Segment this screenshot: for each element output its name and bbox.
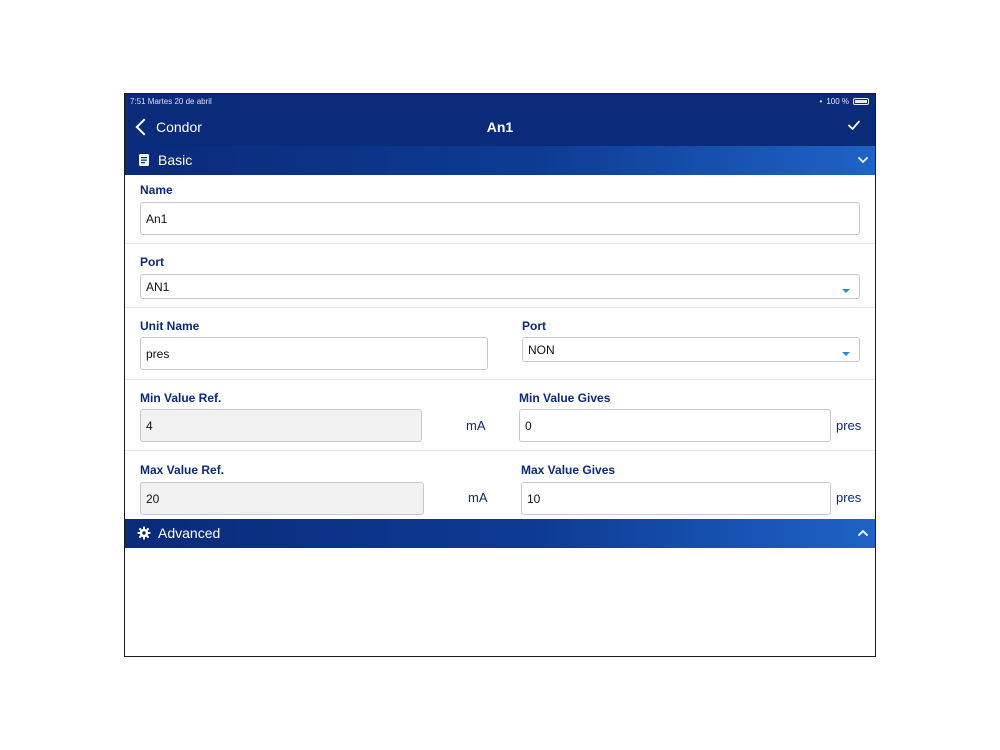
port-label: Port [140, 255, 164, 269]
unit-port-label: Port [522, 319, 546, 333]
max-value-ref-input[interactable]: 20 [140, 482, 424, 515]
gear-icon [137, 526, 151, 540]
dropdown-arrow-icon [842, 352, 850, 356]
max-value-ref-label: Max Value Ref. [140, 463, 225, 477]
device-frame: 7:51 Martes 20 de abril • 100 % Condor A… [124, 93, 876, 657]
section-title-advanced: Advanced [158, 525, 221, 541]
port-value: AN1 [146, 279, 170, 294]
navigation-bar: Condor An1 [125, 109, 875, 146]
divider [125, 379, 875, 380]
min-value-ref-unit: mA [466, 418, 486, 433]
status-right: • 100 % [819, 94, 869, 109]
min-value-gives-unit: pres [836, 418, 862, 433]
min-value-ref-value: 4 [146, 418, 153, 433]
unit-port-value: NON [528, 342, 555, 357]
max-value-gives-value: 10 [527, 491, 541, 506]
divider [125, 243, 875, 244]
page-title: An1 [486, 119, 514, 135]
document-icon [139, 154, 149, 166]
min-value-gives-value: 0 [525, 418, 532, 433]
divider [125, 307, 875, 308]
name-label: Name [140, 183, 173, 197]
battery-icon [853, 98, 869, 105]
battery-percent: 100 % [826, 97, 849, 106]
divider [125, 450, 875, 451]
max-value-ref-value: 20 [146, 491, 160, 506]
min-value-gives-label: Min Value Gives [519, 391, 611, 405]
wifi-icon: • [819, 97, 823, 106]
status-time: 7:51 Martes 20 de abril [130, 97, 212, 106]
dropdown-arrow-icon [842, 289, 850, 293]
unit-name-input[interactable]: pres [140, 337, 488, 370]
min-value-gives-input[interactable]: 0 [519, 409, 831, 442]
section-title-basic: Basic [158, 152, 193, 168]
max-value-ref-unit: mA [468, 490, 488, 505]
status-bar: 7:51 Martes 20 de abril • 100 % [125, 94, 875, 109]
name-value: An1 [146, 211, 168, 226]
unit-port-select[interactable]: NON [522, 337, 860, 362]
checkmark-icon[interactable] [847, 118, 861, 132]
unit-name-value: pres [146, 346, 170, 361]
min-value-ref-input[interactable]: 4 [140, 409, 422, 442]
max-value-gives-input[interactable]: 10 [521, 482, 831, 515]
section-header-advanced[interactable]: Advanced [125, 519, 875, 548]
max-value-gives-label: Max Value Gives [521, 463, 616, 477]
chevron-down-icon [858, 157, 868, 163]
name-input[interactable]: An1 [140, 202, 860, 235]
chevron-up-icon [858, 530, 868, 536]
port-select[interactable]: AN1 [140, 274, 860, 299]
unit-name-label: Unit Name [140, 319, 200, 333]
max-value-gives-unit: pres [836, 490, 862, 505]
section-header-basic[interactable]: Basic [125, 146, 875, 175]
min-value-ref-label: Min Value Ref. [140, 391, 222, 405]
